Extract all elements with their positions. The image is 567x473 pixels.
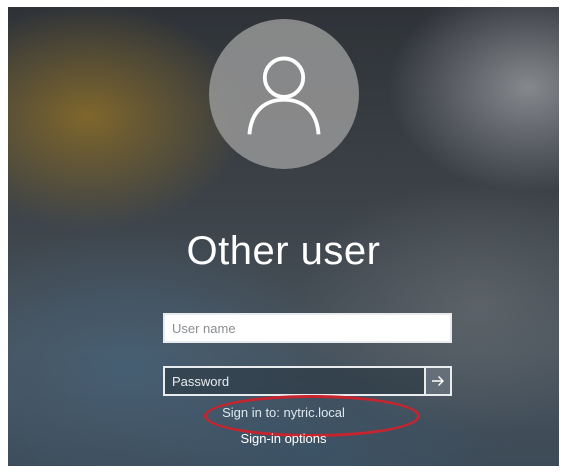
avatar	[209, 19, 359, 169]
lock-screen: Other user Sign in to: nytric.local Sign…	[8, 7, 559, 466]
username-input[interactable]	[163, 313, 452, 343]
password-input[interactable]	[163, 366, 424, 396]
sign-in-options-link[interactable]: Sign-in options	[8, 431, 559, 446]
user-title: Other user	[186, 229, 381, 273]
sign-in-domain-text: Sign in to: nytric.local	[222, 405, 345, 420]
user-silhouette-icon	[247, 56, 321, 135]
submit-button[interactable]	[424, 366, 452, 396]
arrow-right-icon	[432, 376, 444, 386]
